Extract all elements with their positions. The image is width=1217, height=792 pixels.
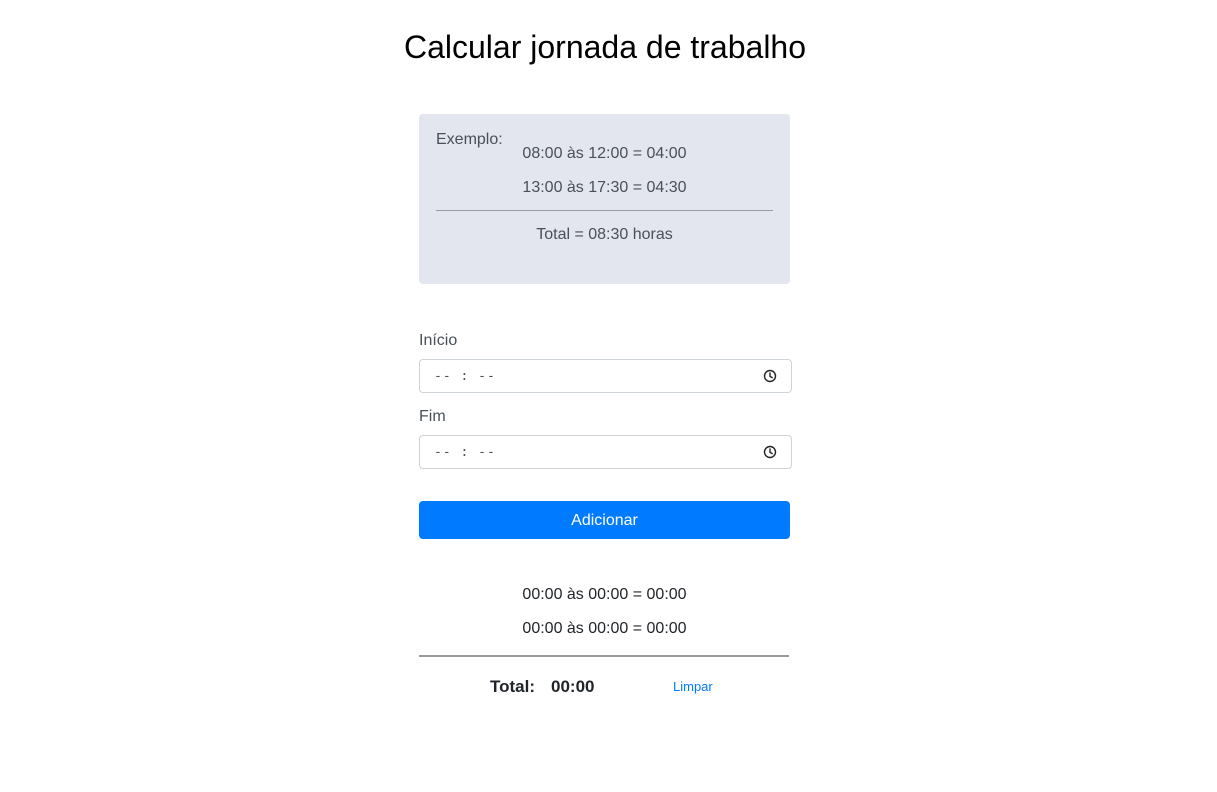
result-line: 00:00 às 00:00 = 00:00 (522, 586, 687, 603)
total-row: Total: 00:00 Limpar (419, 676, 790, 698)
example-box: Exemplo: 08:00 às 12:00 = 04:00 13:00 às… (419, 114, 790, 284)
main-container: Exemplo: 08:00 às 12:00 = 04:00 13:00 às… (419, 114, 792, 696)
start-time-input[interactable]: -- : -- (419, 359, 792, 393)
example-total: Total = 08:30 horas (536, 226, 673, 243)
end-time-placeholder: -- : -- (434, 444, 496, 460)
start-label: Início (419, 332, 458, 349)
example-line: 13:00 às 17:30 = 04:30 (522, 179, 687, 196)
results-divider (419, 655, 789, 657)
total-label: Total: (490, 677, 536, 696)
clock-icon[interactable] (763, 445, 777, 459)
end-label: Fim (419, 408, 446, 425)
example-divider (436, 210, 773, 211)
start-time-placeholder: -- : -- (434, 368, 496, 384)
clear-link[interactable]: Limpar (673, 678, 713, 696)
page-title: Calcular jornada de trabalho (403, 29, 807, 65)
clock-icon[interactable] (763, 369, 777, 383)
page: Calcular jornada de trabalho Exemplo: 08… (0, 0, 1217, 792)
total-value: 00:00 (551, 677, 595, 696)
example-line: 08:00 às 12:00 = 04:00 (522, 145, 687, 162)
add-button[interactable]: Adicionar (419, 501, 790, 539)
result-line: 00:00 às 00:00 = 00:00 (522, 620, 687, 637)
end-time-input[interactable]: -- : -- (419, 435, 792, 469)
